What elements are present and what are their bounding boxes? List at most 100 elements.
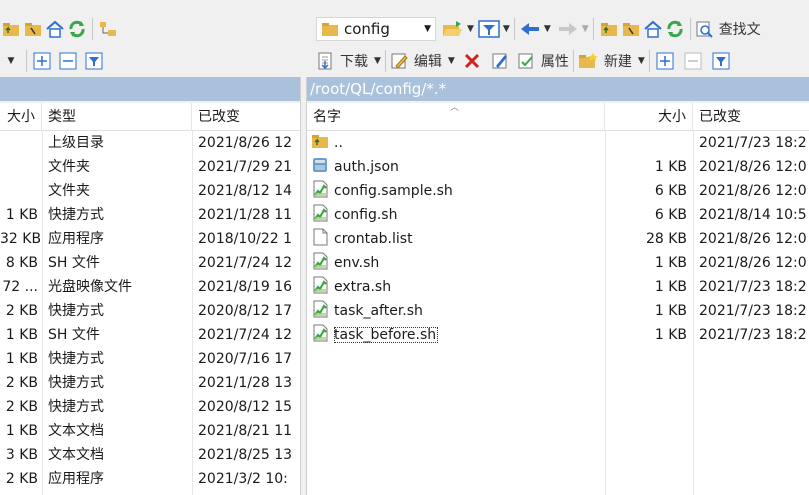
- action-toolbar: ▼ 下载 ▼ 编辑 ▼ 属性 新建 ▼: [0, 46, 809, 76]
- root-folder-icon: [25, 23, 41, 36]
- table-row[interactable]: 文件夹 2021/7/29 21: [0, 155, 300, 179]
- name-cell: auth.json: [307, 155, 605, 179]
- file-row[interactable]: .. 2021/7/23 18:2: [307, 131, 809, 155]
- table-row[interactable]: 32 KB 应用程序 2018/10/22 1: [0, 227, 300, 251]
- table-row[interactable]: 8 KB SH 文件 2021/7/24 12: [0, 251, 300, 275]
- refresh-button-remote[interactable]: [664, 17, 686, 41]
- modified-cell: 2018/10/22 1: [198, 231, 293, 247]
- file-row[interactable]: auth.json 1 KB 2021/8/26 12:0: [307, 155, 809, 179]
- col-type-header[interactable]: 类型: [42, 103, 192, 131]
- root-dir-button[interactable]: [22, 17, 44, 41]
- size-cell: 2 KB: [5, 471, 38, 487]
- file-row[interactable]: env.sh 1 KB 2021/8/26 12:0: [307, 251, 809, 275]
- remote-path-bar[interactable]: /root/QL/config/*.*: [307, 77, 809, 101]
- open-folder-button[interactable]: ▼: [442, 17, 474, 41]
- size-cell: 1 KB: [5, 207, 38, 223]
- delete-button[interactable]: [461, 49, 483, 73]
- unselect-files-button[interactable]: [57, 49, 79, 73]
- refresh-button[interactable]: [66, 17, 88, 41]
- modified-cell: 2021/7/23 18:2: [699, 327, 807, 343]
- find-files-icon: [696, 21, 713, 38]
- modified-cell: 2021/8/19 16: [198, 279, 293, 295]
- type-cell: 文件夹: [48, 183, 90, 199]
- back-button[interactable]: ▼: [519, 17, 551, 41]
- type-cell: 应用程序: [48, 231, 104, 247]
- modified-cell: 2021/8/21 11: [198, 423, 293, 439]
- file-name: env.sh: [334, 255, 380, 271]
- table-row[interactable]: 2 KB 快捷方式 2021/1/28 13: [0, 371, 300, 395]
- table-row[interactable]: 2 KB 应用程序 2021/3/2 10:: [0, 467, 300, 491]
- file-row[interactable]: config.sh 6 KB 2021/8/14 10:5: [307, 203, 809, 227]
- table-row[interactable]: 文件夹 2021/8/12 14: [0, 179, 300, 203]
- toolbar-separator: [572, 50, 574, 72]
- file-row[interactable]: config.sample.sh 6 KB 2021/8/26 12:0: [307, 179, 809, 203]
- location-combo[interactable]: config ▼: [316, 17, 436, 41]
- type-cell: 上级目录: [48, 135, 104, 151]
- filter-button[interactable]: ▼: [478, 17, 510, 41]
- root-dir-button-remote[interactable]: [620, 17, 642, 41]
- modified-cell: 2021/3/2 10:: [198, 471, 288, 487]
- home-icon: [46, 20, 64, 38]
- table-row[interactable]: 1 KB SH 文件 2021/7/24 12: [0, 323, 300, 347]
- chevron-down-icon[interactable]: ▼: [0, 49, 22, 73]
- table-row[interactable]: 1 KB 文本文档 2021/8/21 11: [0, 419, 300, 443]
- filter-select-button-remote[interactable]: [710, 49, 732, 73]
- tree-view-button[interactable]: [97, 17, 119, 41]
- parent-dir-button[interactable]: [0, 17, 22, 41]
- type-cell: 快捷方式: [48, 351, 104, 367]
- type-cell: SH 文件: [48, 327, 100, 343]
- size-cell: 1 KB: [654, 159, 687, 175]
- toolbar-separator: [689, 18, 691, 40]
- home-button[interactable]: [44, 17, 66, 41]
- table-row[interactable]: 2 KB 快捷方式 2020/8/12 17: [0, 299, 300, 323]
- file-row[interactable]: crontab.list 28 KB 2021/8/26 12:0: [307, 227, 809, 251]
- home-button-remote[interactable]: [642, 17, 664, 41]
- size-cell: 2 KB: [5, 399, 38, 415]
- file-row[interactable]: task_after.sh 1 KB 2021/7/23 18:2: [307, 299, 809, 323]
- modified-cell: 2021/7/24 12: [198, 255, 293, 271]
- size-cell: 1 KB: [5, 327, 38, 343]
- type-cell: SH 文件: [48, 255, 100, 271]
- new-button[interactable]: 新建 ▼: [578, 49, 645, 73]
- forward-arrow-icon: [558, 23, 577, 35]
- rename-button[interactable]: [489, 49, 511, 73]
- col-size-header[interactable]: 大小: [0, 103, 42, 131]
- col-size-header-remote[interactable]: 大小: [605, 103, 693, 131]
- chevron-down-icon: ▼: [637, 56, 645, 66]
- table-row[interactable]: 1 KB 快捷方式 2021/1/28 11: [0, 203, 300, 227]
- select-files-button[interactable]: [31, 49, 53, 73]
- unselect-files-button-remote[interactable]: [682, 49, 704, 73]
- filter-select-button[interactable]: [83, 49, 105, 73]
- table-row[interactable]: 2 KB 快捷方式 2020/8/12 15: [0, 395, 300, 419]
- parent-dir-button-remote[interactable]: [598, 17, 620, 41]
- modified-cell: 2020/7/16 17: [198, 351, 293, 367]
- chevron-down-icon: ▼: [543, 24, 551, 34]
- col-name-header[interactable]: 名字 ︿: [307, 103, 605, 131]
- toolbar-separator: [92, 18, 93, 40]
- size-cell: 1 KB: [5, 351, 38, 367]
- properties-button[interactable]: 属性: [517, 49, 569, 73]
- table-row[interactable]: 72 ... 光盘映像文件 2021/8/19 16: [0, 275, 300, 299]
- table-row[interactable]: 上级目录 2021/8/26 12: [0, 131, 300, 155]
- download-button[interactable]: 下载 ▼: [316, 49, 381, 73]
- select-files-button-remote[interactable]: [654, 49, 676, 73]
- plus-box-icon: [656, 52, 674, 70]
- find-files-button[interactable]: 查找文: [695, 17, 761, 41]
- forward-button[interactable]: ▼: [557, 17, 589, 41]
- panel-splitter[interactable]: [300, 77, 307, 495]
- col-modified-header[interactable]: 已改变: [192, 103, 300, 131]
- chevron-down-icon: ▼: [374, 56, 381, 66]
- file-name: auth.json: [334, 159, 399, 175]
- sh-file-icon: [313, 204, 328, 222]
- size-cell: 6 KB: [654, 207, 687, 223]
- table-row[interactable]: 3 KB 文本文档 2021/8/25 13: [0, 443, 300, 467]
- refresh-icon: [667, 20, 683, 38]
- type-cell: 快捷方式: [48, 375, 104, 391]
- edit-button[interactable]: 编辑 ▼: [390, 49, 455, 73]
- col-modified-header-remote[interactable]: 已改变: [693, 103, 809, 131]
- parent-folder-icon: [600, 23, 617, 36]
- modified-cell: 2020/8/12 15: [198, 399, 293, 415]
- file-row[interactable]: extra.sh 1 KB 2021/7/23 18:2: [307, 275, 809, 299]
- table-row[interactable]: 1 KB 快捷方式 2020/7/16 17: [0, 347, 300, 371]
- file-row[interactable]: task_before.sh 1 KB 2021/7/23 18:2: [307, 323, 809, 347]
